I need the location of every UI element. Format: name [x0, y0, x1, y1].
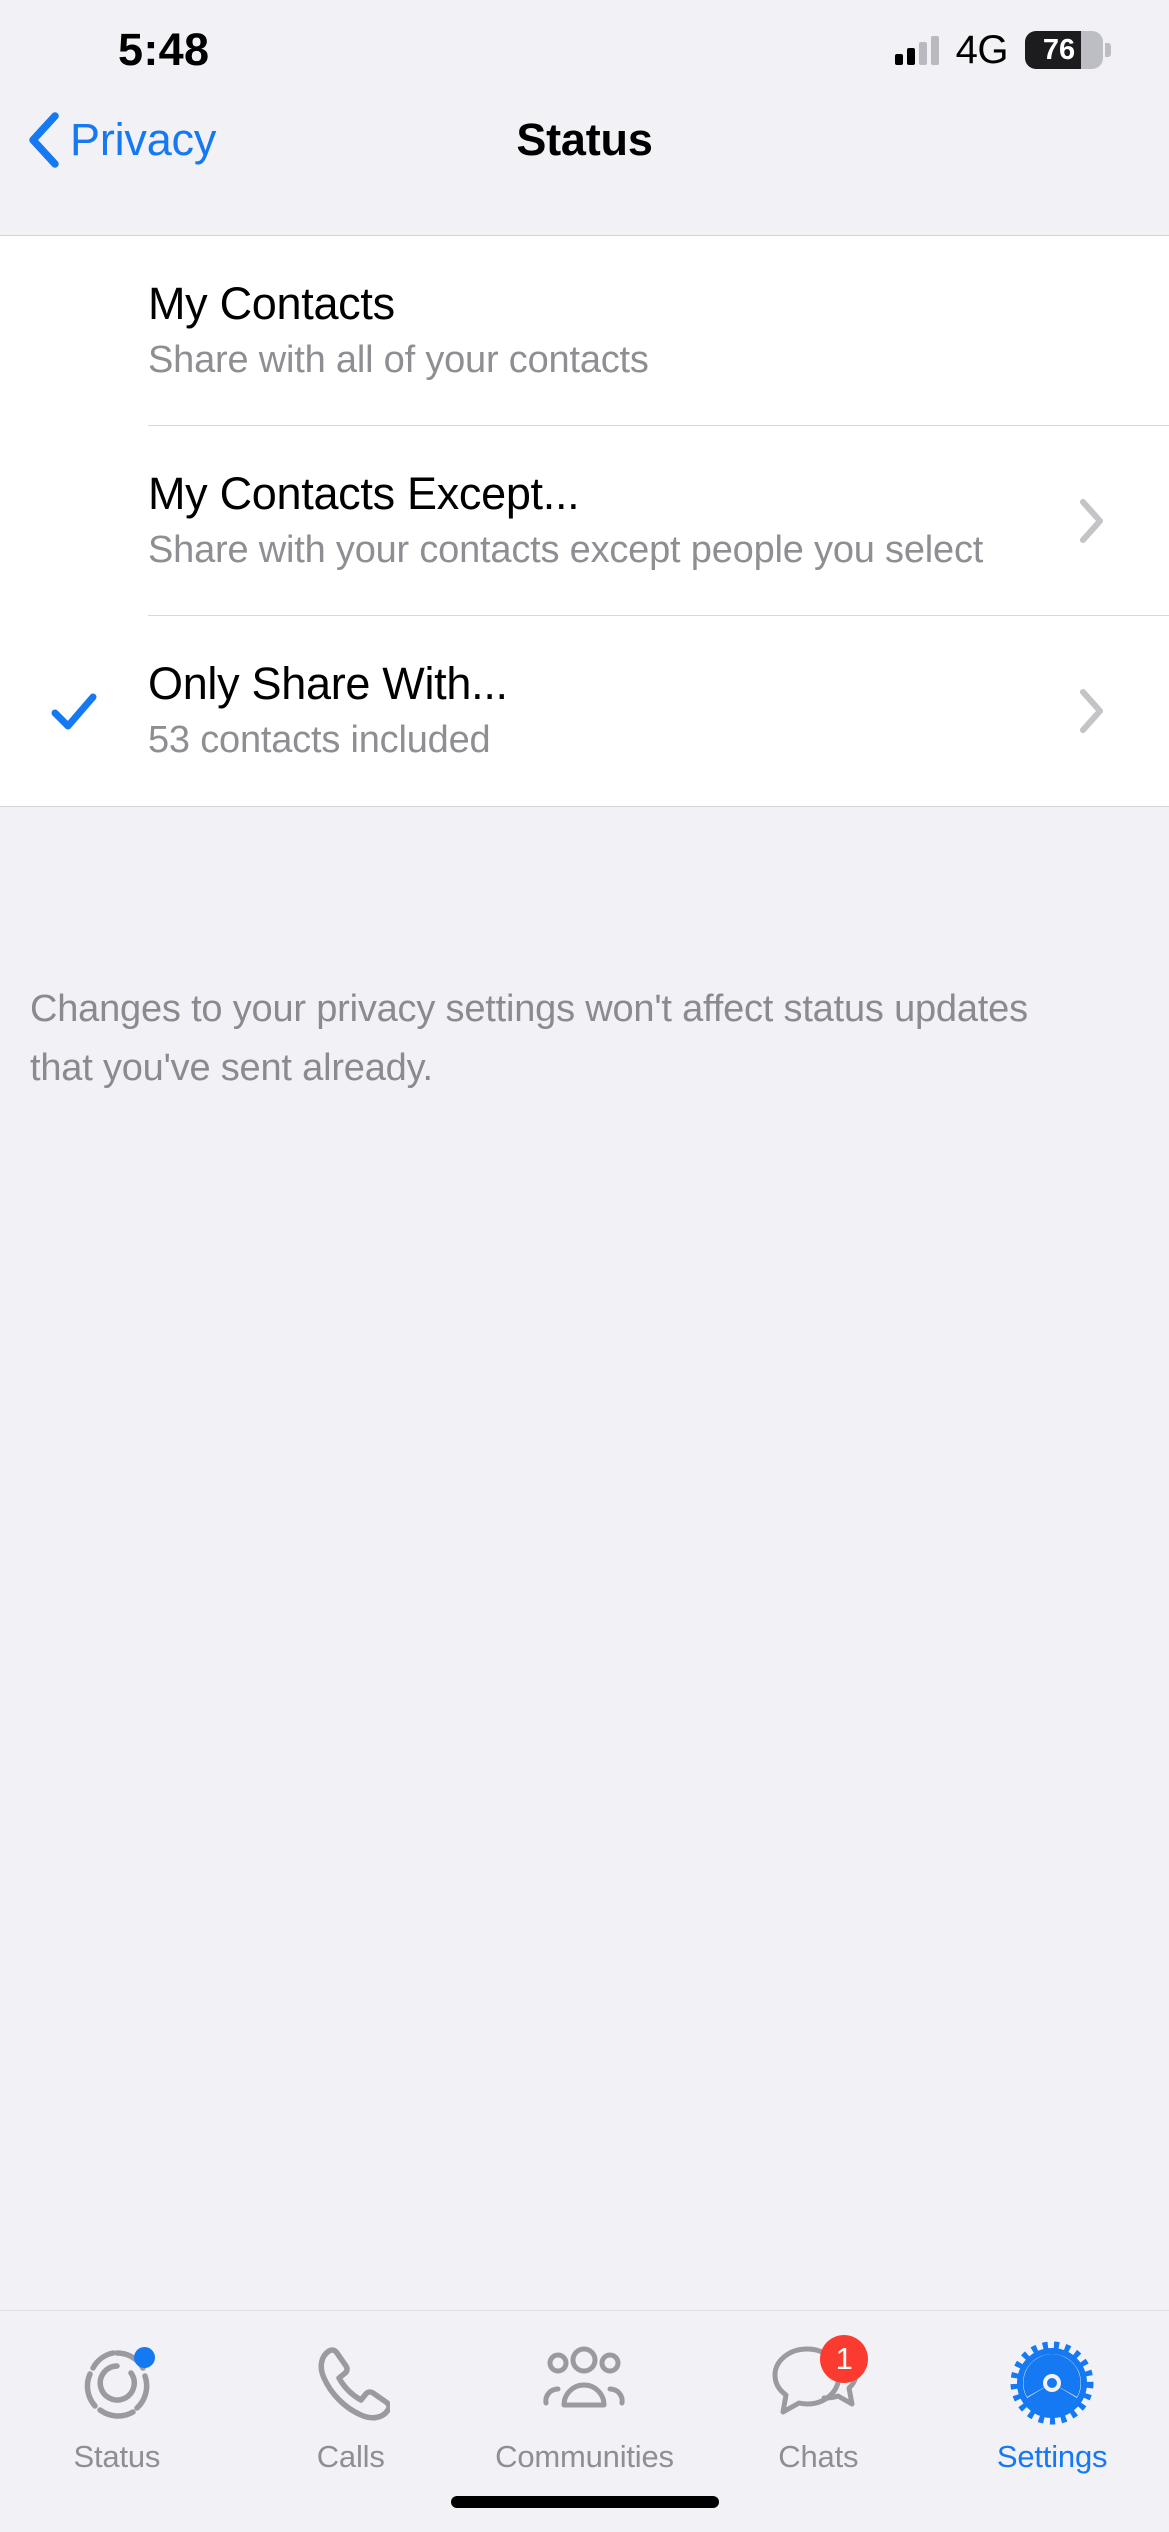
- chevron-slot: [1079, 498, 1169, 544]
- list-item-title: Only Share With...: [148, 657, 508, 709]
- selection-slot: [0, 616, 148, 806]
- status-bar-time: 5:48: [118, 24, 210, 75]
- tab-chats[interactable]: 1 Chats: [701, 2335, 935, 2475]
- tab-label-communities: Communities: [495, 2439, 674, 2474]
- list-item-subtitle: Share with your contacts except people y…: [148, 529, 984, 572]
- list-item-only-share-with[interactable]: Only Share With... 53 contacts included: [0, 616, 1169, 806]
- status-bar-indicators: 4G 76: [894, 27, 1111, 73]
- privacy-footer-note: Changes to your privacy settings won't a…: [30, 988, 1028, 1089]
- chevron-right-icon: [1080, 499, 1103, 543]
- chevron-slot: [1079, 688, 1169, 734]
- tab-label-status: Status: [73, 2439, 161, 2474]
- tab-label-chats: Chats: [778, 2439, 859, 2474]
- list-item-subtitle: 53 contacts included: [148, 719, 491, 762]
- network-type-label: 4G: [955, 27, 1009, 72]
- list-item-text: Only Share With... 53 contacts included: [148, 625, 1079, 797]
- status-bar: 5:48 4G 76: [0, 0, 1169, 100]
- page-title: Status: [516, 114, 653, 165]
- navigation-bar: Privacy Status: [0, 100, 1169, 235]
- home-indicator[interactable]: [450, 2496, 719, 2508]
- tab-status[interactable]: Status: [0, 2335, 234, 2475]
- battery-level-label: 76: [1042, 33, 1076, 66]
- list-item-subtitle: Share with all of your contacts: [148, 339, 649, 382]
- battery-icon: 76: [1025, 31, 1111, 69]
- status-ring-icon: [69, 2335, 165, 2431]
- selection-slot: [0, 236, 148, 426]
- phone-screen: 5:48 4G 76 Privacy Status My Contacts Sh…: [0, 0, 1169, 2532]
- status-privacy-options-list: My Contacts Share with all of your conta…: [0, 235, 1169, 807]
- selection-slot: [0, 426, 148, 616]
- list-item-text: My Contacts Share with all of your conta…: [148, 245, 1079, 417]
- tab-label-calls: Calls: [316, 2439, 385, 2474]
- list-item-text: My Contacts Except... Share with your co…: [148, 435, 1079, 607]
- list-item-my-contacts[interactable]: My Contacts Share with all of your conta…: [0, 236, 1169, 426]
- gear-icon: [1004, 2335, 1100, 2431]
- chats-unread-badge: 1: [820, 2335, 869, 2383]
- signal-bars-icon: [894, 35, 939, 65]
- checkmark-icon: [51, 693, 97, 730]
- chevron-right-icon: [1080, 689, 1103, 733]
- tab-calls[interactable]: Calls: [234, 2335, 468, 2475]
- chat-bubbles-icon: 1: [770, 2335, 869, 2431]
- communities-icon: [536, 2335, 632, 2431]
- list-item-title: My Contacts Except...: [148, 467, 580, 519]
- list-item-title: My Contacts: [148, 277, 395, 329]
- list-item-my-contacts-except[interactable]: My Contacts Except... Share with your co…: [0, 426, 1169, 616]
- tab-label-settings: Settings: [996, 2439, 1108, 2474]
- status-unread-dot: [133, 2347, 155, 2368]
- tab-communities[interactable]: Communities: [468, 2335, 702, 2475]
- tab-settings[interactable]: Settings: [935, 2335, 1169, 2475]
- phone-icon: [303, 2335, 399, 2431]
